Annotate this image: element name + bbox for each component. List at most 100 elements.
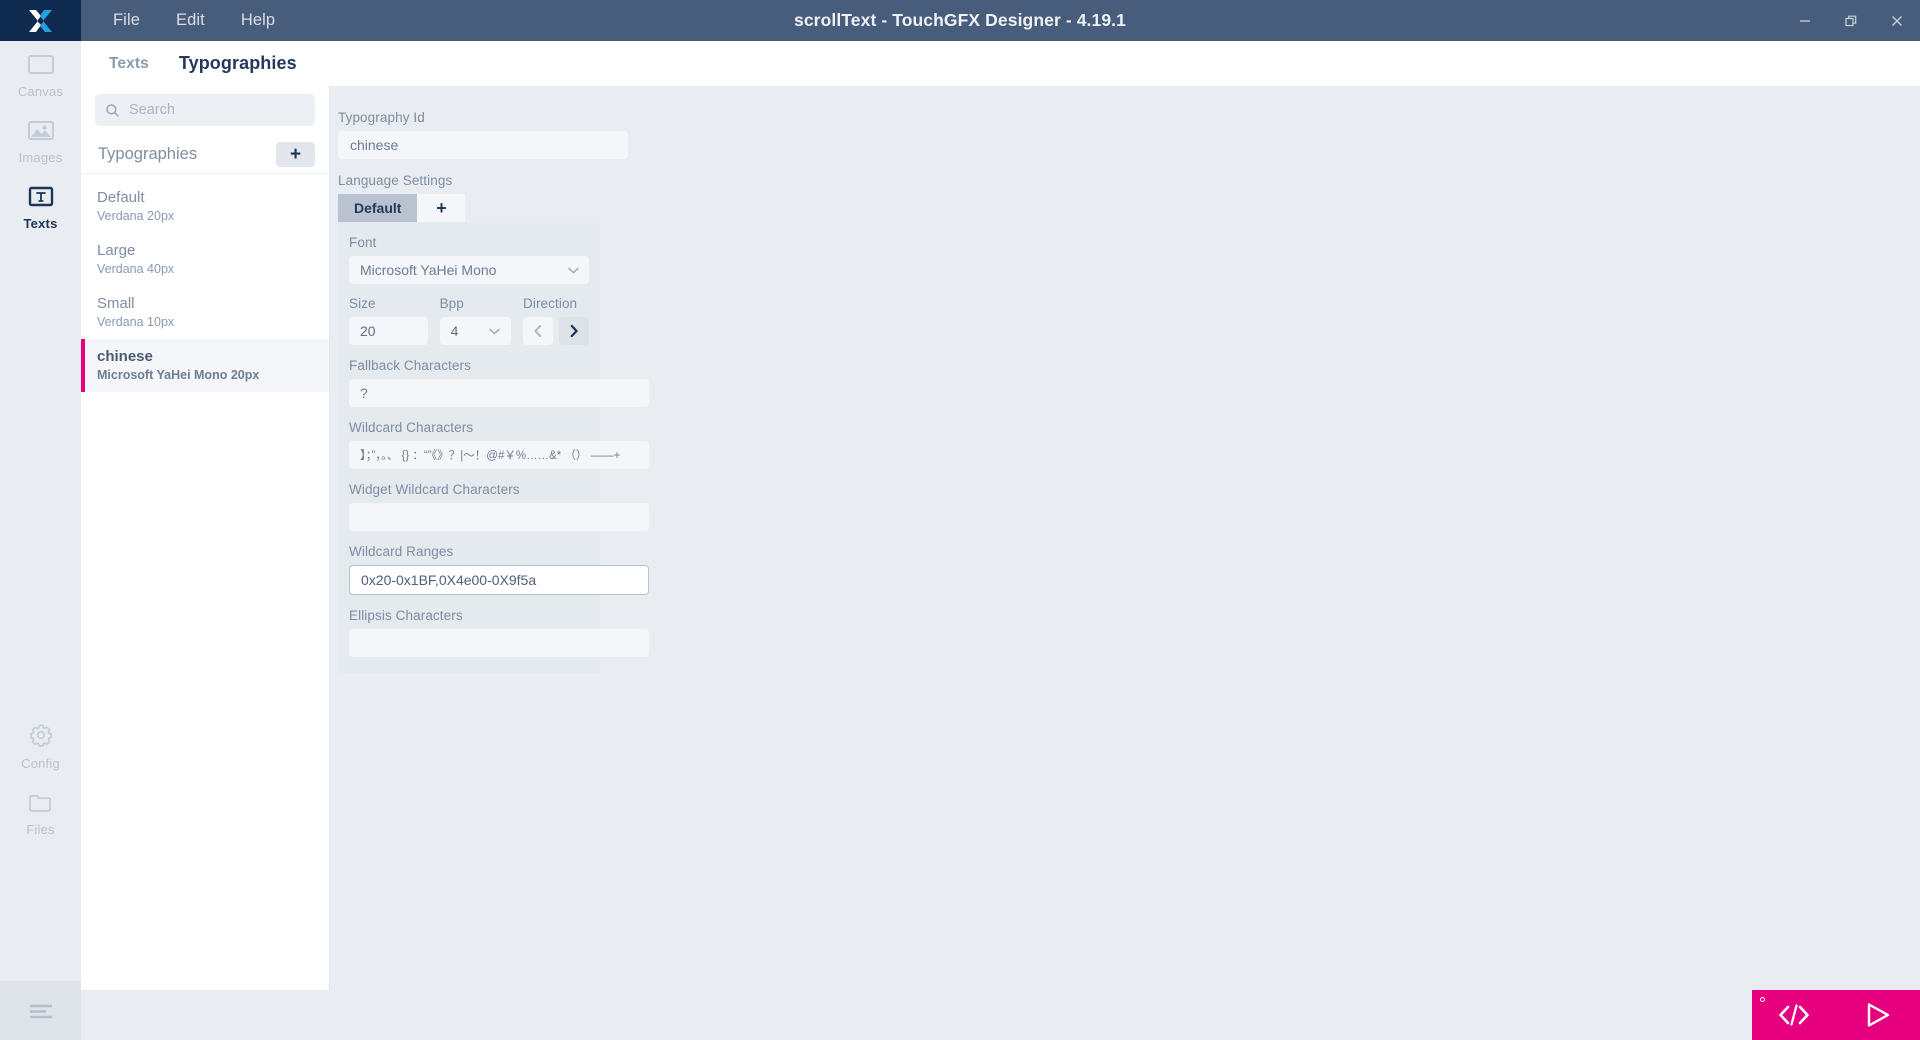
direction-right-button[interactable] [559,317,589,345]
rail-item-canvas[interactable]: Canvas [0,41,81,107]
wildcard-input[interactable]: 】；”，。、 {} ：“”《》？|～！@#￥%……&* （） ——+ [349,441,649,469]
fallback-label: Fallback Characters [349,358,471,373]
language-tab-default[interactable]: Default [338,194,418,222]
font-label: Font [349,235,377,250]
rail-label-canvas: Canvas [17,84,64,99]
run-simulator-button[interactable] [1836,990,1920,1040]
typography-meta: Verdana 40px [97,262,175,276]
tab-typographies[interactable]: Typographies [179,53,297,74]
ellipsis-field: Ellipsis Characters [349,608,649,657]
direction-left-button[interactable] [523,317,553,345]
typography-name: Small [97,295,135,312]
touchgfx-logo-icon [28,9,52,32]
rail-item-texts[interactable]: Texts [0,173,81,239]
fallback-input[interactable]: ? [349,379,649,407]
close-icon [1892,15,1902,26]
hamburger-icon [29,1004,52,1019]
typography-form: Typography Id chinese Language Settings … [338,110,658,673]
play-icon [1867,1003,1890,1027]
folder-icon [28,795,51,812]
typography-list: Default Verdana 20px Large Verdana 40px … [81,174,329,392]
size-bpp-direction-row: Size 20 Bpp 4 Direction [349,296,589,345]
gear-icon [29,724,52,747]
language-settings-panel: Font Microsoft YaHei Mono Size 20 Bpp 4 … [338,222,649,673]
bpp-value: 4 [450,323,459,339]
add-language-button[interactable]: + [417,194,466,222]
title-bar: File Edit Help scrollText - TouchGFX Des… [0,0,1920,41]
fallback-field: Fallback Characters ? [349,358,649,407]
widget-wildcard-input[interactable] [349,503,649,531]
rail-item-config[interactable]: Config [0,709,81,779]
typography-editor-panel: Typography Id chinese Language Settings … [330,86,1920,990]
size-field: Size 20 [349,296,428,345]
tab-group: Texts Typographies [81,41,1920,86]
typographies-list-panel: Search Typographies + Default Verdana 20… [81,86,330,990]
wildcard-label: Wildcard Characters [349,420,474,435]
menu-item-file[interactable]: File [95,5,158,36]
rail-label-files: Files [26,822,55,837]
widget-wildcard-field: Widget Wildcard Characters [349,482,649,531]
add-typography-button[interactable]: + [276,142,315,167]
size-input[interactable]: 20 [349,317,428,345]
search-row: Search [81,86,329,136]
left-rail: Canvas Images Texts Config Files [0,41,81,1040]
font-value: Microsoft YaHei Mono [360,262,497,278]
wildcard-ranges-input[interactable]: 0x20-0x1BF,0X4e00-0X9f5a [349,565,649,595]
canvas-icon [27,55,54,74]
restore-button[interactable] [1828,0,1874,41]
size-label: Size [349,296,376,311]
menu-bar: File Edit Help [95,5,293,36]
chevron-left-icon [534,324,542,338]
chevron-down-icon [568,267,579,274]
code-icon [1779,1004,1809,1026]
generate-code-button[interactable] [1752,990,1836,1040]
status-dot [1760,997,1765,1002]
chevron-right-icon [570,324,578,338]
rail-item-images[interactable]: Images [0,107,81,173]
ellipsis-label: Ellipsis Characters [349,608,463,623]
touchgfx-designer-window: File Edit Help scrollText - TouchGFX Des… [0,0,1920,1040]
widget-wildcard-label: Widget Wildcard Characters [349,482,520,497]
bpp-select[interactable]: 4 [439,317,511,345]
font-select[interactable]: Microsoft YaHei Mono [349,256,589,284]
list-item[interactable]: Default Verdana 20px [81,180,329,233]
wildcard-ranges-label: Wildcard Ranges [349,544,454,559]
action-button-group [1752,990,1920,1040]
tab-texts[interactable]: Texts [109,55,149,73]
minimize-icon [1800,19,1810,22]
bpp-label: Bpp [439,296,464,311]
rail-label-texts: Texts [23,216,58,231]
menu-item-help[interactable]: Help [223,5,293,36]
typography-meta: Verdana 10px [97,315,175,329]
rail-item-menu-toggle[interactable] [0,982,81,1040]
close-button[interactable] [1874,0,1920,41]
search-placeholder: Search [129,102,175,118]
list-item-selected[interactable]: chinese Microsoft YaHei Mono 20px [81,339,329,392]
typography-name: Default [97,189,145,206]
tab-bar: Texts Typographies [81,41,1920,86]
typography-name: Large [97,242,136,259]
typography-id-label: Typography Id [338,110,425,125]
search-box[interactable]: Search [95,94,315,126]
direction-field: Direction [523,296,589,345]
list-panel-title: Typographies [98,145,198,163]
app-logo [0,0,81,41]
window-controls [1782,0,1920,41]
minimize-button[interactable] [1782,0,1828,41]
texts-icon [28,186,53,207]
list-item[interactable]: Small Verdana 10px [81,286,329,339]
restore-icon [1845,15,1857,26]
menu-item-edit[interactable]: Edit [158,5,223,36]
ellipsis-input[interactable] [349,629,649,657]
chevron-down-icon [489,328,500,335]
rail-label-config: Config [21,756,60,771]
wildcard-ranges-field: Wildcard Ranges 0x20-0x1BF,0X4e00-0X9f5a [349,544,649,595]
search-icon [106,103,119,117]
wildcard-field: Wildcard Characters 】；”，。、 {} ：“”《》？|～！@… [349,420,649,469]
typography-id-input[interactable]: chinese [338,131,628,159]
rail-item-files[interactable]: Files [0,779,81,845]
rail-label-images: Images [18,150,63,165]
direction-label: Direction [523,296,578,311]
images-icon [27,121,54,140]
list-item[interactable]: Large Verdana 40px [81,233,329,286]
